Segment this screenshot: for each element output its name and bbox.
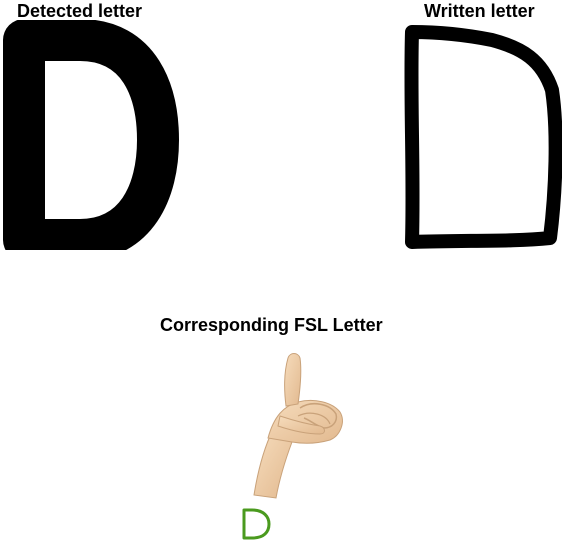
written-letter-label: Written letter bbox=[424, 1, 535, 21]
fsl-letter-label: Corresponding FSL Letter bbox=[160, 315, 383, 335]
written-letter-drawing bbox=[392, 20, 562, 250]
fsl-hand-sign-d-icon bbox=[240, 350, 350, 500]
fsl-letter-d bbox=[238, 505, 274, 543]
detected-letter-label: Detected letter bbox=[17, 1, 143, 21]
detected-letter-glyph bbox=[0, 20, 180, 250]
